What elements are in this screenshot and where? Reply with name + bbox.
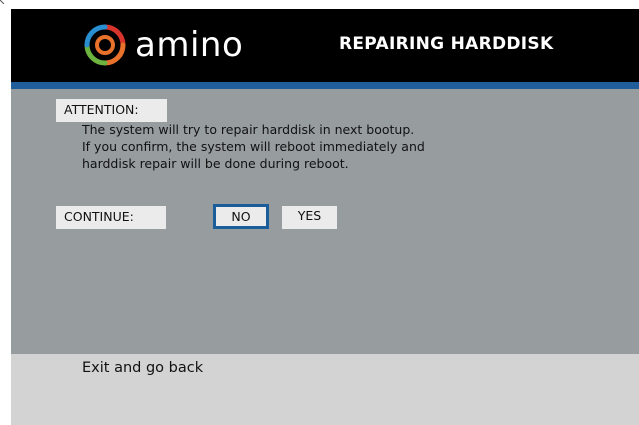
attention-message: The system will try to repair harddisk i… — [82, 121, 425, 172]
no-button[interactable]: NO — [213, 204, 269, 229]
content-panel: ATTENTION: The system will try to repair… — [11, 89, 639, 354]
tv-screen: amino REPAIRING HARDDISK ATTENTION: The … — [11, 9, 639, 425]
page-title: REPAIRING HARDDISK — [339, 34, 554, 54]
yes-button[interactable]: YES — [282, 206, 337, 229]
logo-text: amino — [135, 25, 244, 65]
header-divider — [11, 82, 639, 89]
message-line: If you confirm, the system will reboot i… — [82, 139, 425, 154]
message-line: harddisk repair will be done during rebo… — [82, 156, 349, 171]
footer-bar: Exit and go back — [11, 354, 639, 425]
cursor-mark — [0, 0, 4, 4]
amino-ring-logo-icon — [84, 24, 126, 66]
message-line: The system will try to repair harddisk i… — [82, 122, 415, 137]
attention-label: ATTENTION: — [56, 99, 167, 122]
exit-and-go-back-button[interactable]: Exit and go back — [82, 358, 203, 378]
header-bar: amino REPAIRING HARDDISK — [11, 9, 639, 82]
amino-logo: amino — [83, 21, 243, 69]
continue-label: CONTINUE: — [56, 206, 166, 229]
